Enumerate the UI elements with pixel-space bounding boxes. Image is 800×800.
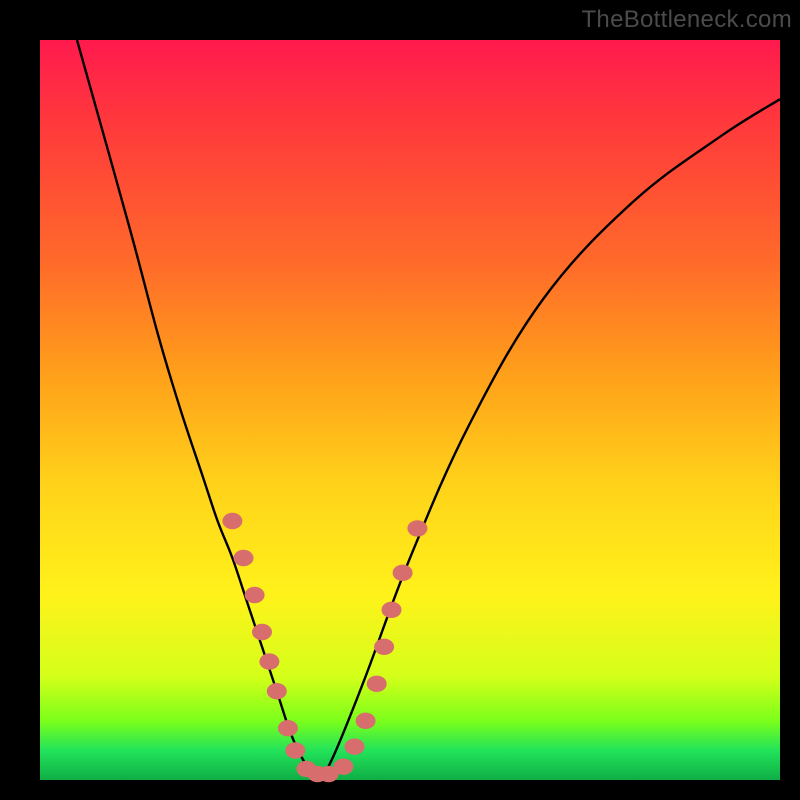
curve-right-branch — [321, 99, 780, 780]
curve-layer — [40, 40, 780, 780]
data-marker — [259, 653, 279, 669]
data-marker — [245, 587, 265, 603]
data-marker — [285, 742, 305, 758]
data-marker — [382, 602, 402, 618]
data-marker — [222, 513, 242, 529]
data-marker — [393, 565, 413, 581]
watermark-text: TheBottleneck.com — [581, 6, 792, 34]
data-marker — [367, 676, 387, 692]
plot-area — [40, 40, 780, 780]
marker-group — [222, 513, 427, 782]
data-marker — [252, 624, 272, 640]
data-marker — [333, 758, 353, 774]
outer-frame: TheBottleneck.com — [0, 0, 800, 800]
data-marker — [356, 713, 376, 729]
data-marker — [278, 720, 298, 736]
data-marker — [374, 639, 394, 655]
data-marker — [345, 739, 365, 755]
data-marker — [407, 520, 427, 536]
data-marker — [234, 550, 254, 566]
data-marker — [267, 683, 287, 699]
curve-left-branch — [77, 40, 321, 780]
